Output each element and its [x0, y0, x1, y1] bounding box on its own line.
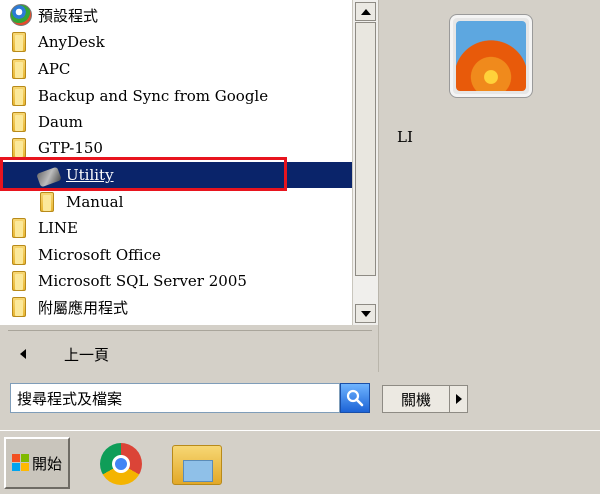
utility-icon — [36, 166, 62, 188]
search-icon — [346, 389, 364, 407]
program-folder-anydesk[interactable]: AnyDesk — [0, 29, 352, 55]
file-explorer-icon[interactable] — [172, 445, 222, 485]
start-menu: 預設程式 AnyDesk APC Backup and Sync from Go… — [0, 0, 600, 430]
program-item-default-programs[interactable]: 預設程式 — [0, 2, 352, 28]
scroll-up-button[interactable] — [355, 2, 376, 21]
back-arrow-icon — [20, 349, 26, 359]
arrow-up-icon — [360, 8, 371, 15]
folder-icon — [40, 192, 54, 212]
start-button[interactable]: 開始 — [4, 437, 70, 489]
folder-icon — [12, 218, 26, 238]
folder-icon — [12, 297, 26, 317]
program-item-label: Manual — [66, 193, 124, 211]
user-name-link[interactable]: LI — [397, 128, 413, 146]
programs-list: 預設程式 AnyDesk APC Backup and Sync from Go… — [0, 0, 378, 325]
folder-icon — [12, 59, 26, 79]
program-item-label: 預設程式 — [38, 6, 99, 25]
folder-icon — [12, 112, 26, 132]
scroll-down-button[interactable] — [355, 304, 376, 323]
folder-icon — [12, 32, 26, 52]
folder-icon — [12, 271, 26, 291]
folder-icon — [12, 245, 26, 265]
right-pane: LI — [378, 0, 600, 372]
shutdown-options-button[interactable] — [450, 385, 468, 413]
programs-scrollbar[interactable] — [352, 0, 378, 325]
program-item-label: Utility — [66, 166, 114, 184]
program-item-label: LINE — [38, 219, 78, 237]
taskbar: 開始 — [0, 430, 600, 494]
flower-picture-icon — [456, 21, 526, 91]
program-folder-line[interactable]: LINE — [0, 215, 352, 241]
default-programs-icon — [10, 4, 32, 26]
program-item-label: 附屬應用程式 — [38, 298, 129, 317]
divider — [8, 330, 372, 331]
program-folder-manual[interactable]: Manual — [0, 189, 352, 215]
program-item-label: Microsoft SQL Server 2005 — [38, 272, 247, 290]
program-item-label: APC — [38, 60, 71, 78]
windows-logo-icon — [11, 454, 30, 472]
program-folder-backup-and-sync[interactable]: Backup and Sync from Google — [0, 83, 352, 109]
shutdown-button[interactable]: 關機 — [382, 385, 450, 413]
arrow-right-icon — [455, 394, 462, 404]
program-item-label: Daum — [38, 113, 83, 131]
back-button[interactable]: 上一頁 — [10, 340, 370, 368]
program-folder-daum[interactable]: Daum — [0, 109, 352, 135]
program-item-utility[interactable]: Utility — [0, 162, 352, 188]
program-item-label: GTP-150 — [38, 139, 103, 157]
search-input[interactable]: 搜尋程式及檔案 — [10, 383, 340, 413]
user-avatar[interactable] — [449, 14, 533, 98]
back-label: 上一頁 — [64, 345, 110, 364]
program-folder-accessories[interactable]: 附屬應用程式 — [0, 294, 352, 320]
program-item-label: Backup and Sync from Google — [38, 87, 269, 105]
folder-icon — [12, 138, 26, 158]
program-folder-apc[interactable]: APC — [0, 56, 352, 82]
start-label: 開始 — [31, 454, 62, 473]
search-button[interactable] — [340, 383, 370, 413]
folder-icon — [12, 86, 26, 106]
chrome-icon[interactable] — [100, 443, 142, 485]
program-item-label: Microsoft Office — [38, 246, 161, 264]
program-item-label: AnyDesk — [38, 33, 105, 51]
scroll-thumb[interactable] — [355, 22, 376, 276]
program-folder-gtp-150[interactable]: GTP-150 — [0, 135, 352, 161]
program-folder-microsoft-sql-server[interactable]: Microsoft SQL Server 2005 — [0, 268, 352, 294]
arrow-down-icon — [360, 310, 371, 317]
program-folder-microsoft-office[interactable]: Microsoft Office — [0, 242, 352, 268]
